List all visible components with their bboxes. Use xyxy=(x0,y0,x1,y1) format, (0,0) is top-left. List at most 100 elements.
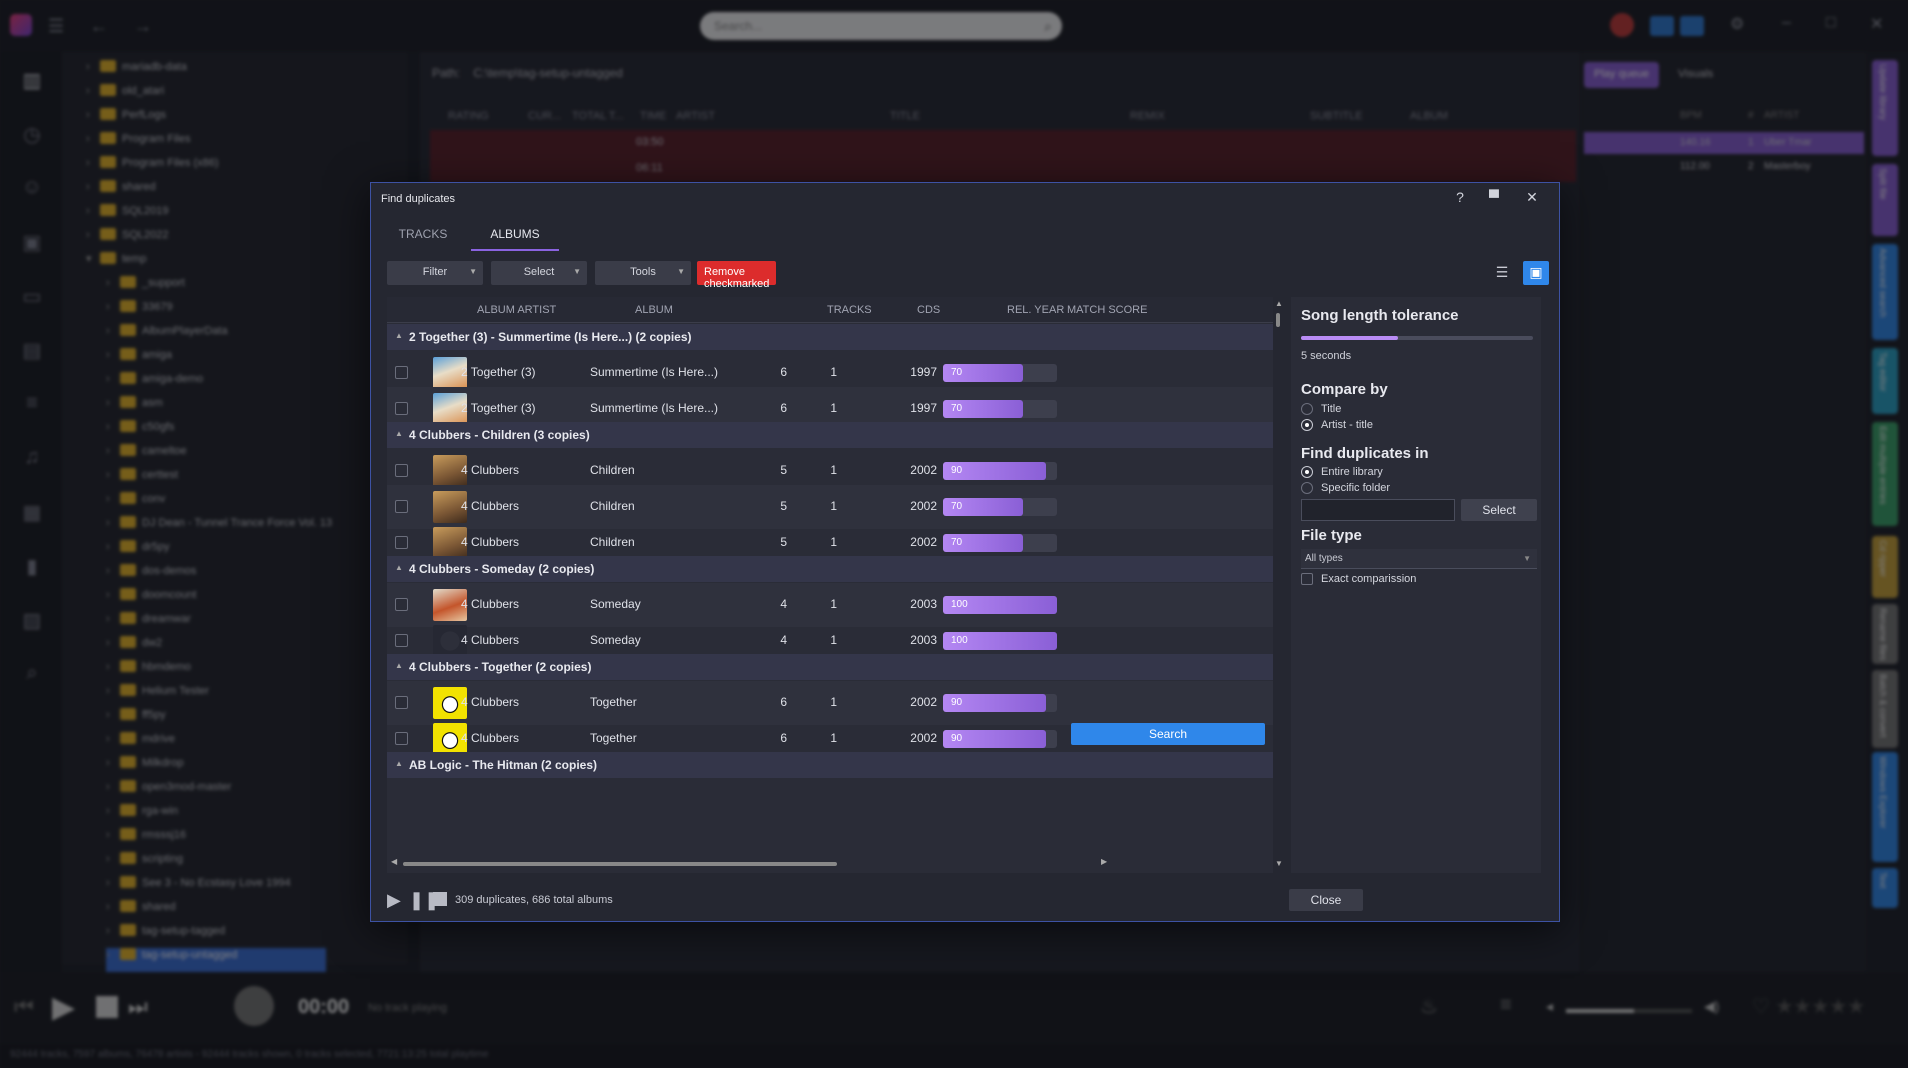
collapse-icon[interactable]: ▲ xyxy=(395,331,403,340)
scroll-down-icon[interactable]: ▼ xyxy=(1275,859,1283,868)
group-header[interactable]: ▲ 4 Clubbers - Together (2 copies) xyxy=(387,654,1273,680)
match-score-label: 70 xyxy=(951,367,963,378)
group-label: AB Logic - The Hitman (2 copies) xyxy=(409,758,598,772)
select-folder-button[interactable]: Select xyxy=(1461,499,1537,521)
match-score-label: 70 xyxy=(951,537,963,548)
album-cell: Children xyxy=(590,499,635,513)
chevron-down-icon: ▼ xyxy=(573,267,581,276)
album-artist-cell: 2 Together (3) xyxy=(461,401,536,415)
row-checkbox[interactable] xyxy=(395,464,408,477)
specific-folder-label: Specific folder xyxy=(1321,482,1391,494)
cds-cell: 1 xyxy=(830,731,837,745)
cds-cell: 1 xyxy=(830,463,837,477)
horizontal-scrollbar[interactable]: ◀ ▶ xyxy=(387,857,1273,871)
match-score-label: 90 xyxy=(951,733,963,744)
cds-cell: 1 xyxy=(830,401,837,415)
tolerance-slider[interactable] xyxy=(1301,336,1533,340)
file-type-value: All types xyxy=(1305,553,1343,564)
select-label: Select xyxy=(523,266,555,278)
compare-title-radio[interactable] xyxy=(1301,403,1313,415)
h-scroll-thumb[interactable] xyxy=(403,862,837,866)
close-button[interactable]: Close xyxy=(1289,889,1363,911)
col-album-artist[interactable]: ALBUM ARTIST xyxy=(477,304,556,316)
play-icon[interactable]: ▶ xyxy=(387,890,401,911)
scroll-left-icon[interactable]: ◀ xyxy=(391,857,397,866)
col-cds[interactable]: CDS xyxy=(917,304,940,316)
collapse-icon[interactable]: ▲ xyxy=(395,563,403,572)
remove-checkmarked-button[interactable]: Remove checkmarked xyxy=(697,261,777,290)
rel-year-cell: 1997 xyxy=(910,365,937,379)
rel-year-cell: 1997 xyxy=(910,401,937,415)
col-tracks[interactable]: TRACKS xyxy=(827,304,872,316)
row-checkbox[interactable] xyxy=(395,732,408,745)
filter-label: Filter xyxy=(422,266,448,278)
row-checkbox[interactable] xyxy=(395,536,408,549)
row-checkbox[interactable] xyxy=(395,366,408,379)
tab-albums[interactable]: ALBUMS xyxy=(471,219,559,251)
search-button[interactable]: Search xyxy=(1071,723,1265,745)
row-checkbox[interactable] xyxy=(395,696,408,709)
album-cell: Children xyxy=(590,463,635,477)
album-cell: Someday xyxy=(590,597,641,611)
maximize-icon[interactable]: ▀ xyxy=(1483,189,1505,211)
duplicates-table: ALBUM ARTIST ALBUM TRACKS CDS REL. YEAR … xyxy=(387,297,1273,873)
col-match-score[interactable]: MATCH SCORE xyxy=(1067,304,1147,316)
vertical-scrollbar[interactable]: ▲ ▼ xyxy=(1273,297,1283,873)
help-icon[interactable]: ? xyxy=(1449,189,1471,211)
specific-folder-radio[interactable] xyxy=(1301,482,1313,494)
match-score-bar: 70 xyxy=(943,498,1057,516)
col-album[interactable]: ALBUM xyxy=(635,304,673,316)
row-checkbox[interactable] xyxy=(395,500,408,513)
collapse-icon[interactable]: ▲ xyxy=(395,661,403,670)
match-score-bar: 90 xyxy=(943,730,1057,748)
match-score-bar: 90 xyxy=(943,462,1057,480)
cds-cell: 1 xyxy=(830,499,837,513)
group-header[interactable]: ▲ 2 Together (3) - Summertime (Is Here...… xyxy=(387,324,1273,350)
select-dropdown[interactable]: Select ▼ xyxy=(491,261,587,285)
exact-comparison-label: Exact comparission xyxy=(1321,573,1417,585)
side-panel-toggle-icon[interactable]: ▣ xyxy=(1523,261,1549,285)
scroll-right-icon[interactable]: ▶ xyxy=(1101,857,1107,866)
entire-library-radio[interactable] xyxy=(1301,466,1313,478)
tools-label: Tools xyxy=(630,266,656,278)
tools-dropdown[interactable]: Tools ▼ xyxy=(595,261,691,285)
folder-path-field[interactable] xyxy=(1301,499,1455,521)
group-header[interactable]: ▲ 4 Clubbers - Someday (2 copies) xyxy=(387,556,1273,582)
scroll-up-icon[interactable]: ▲ xyxy=(1275,299,1283,308)
options-panel: Song length tolerance 5 seconds Compare … xyxy=(1291,297,1541,873)
tab-tracks[interactable]: TRACKS xyxy=(387,219,459,251)
tolerance-slider-fill xyxy=(1301,336,1399,340)
rel-year-cell: 2003 xyxy=(910,633,937,647)
album-artist-cell: 4 Clubbers xyxy=(461,463,520,477)
scroll-thumb[interactable] xyxy=(1276,313,1280,327)
collapse-icon[interactable]: ▲ xyxy=(395,429,403,438)
match-score-label: 90 xyxy=(951,465,963,476)
close-icon[interactable]: ✕ xyxy=(1521,189,1543,211)
row-checkbox[interactable] xyxy=(395,598,408,611)
filter-dropdown[interactable]: Filter ▼ xyxy=(387,261,483,285)
file-type-title: File type xyxy=(1301,527,1362,544)
tolerance-value: 5 seconds xyxy=(1301,350,1352,362)
compare-artist-title-label: Artist - title xyxy=(1321,419,1373,431)
group-header[interactable]: ▲ 4 Clubbers - Children (3 copies) xyxy=(387,422,1273,448)
row-checkbox[interactable] xyxy=(395,402,408,415)
tracks-cell: 4 xyxy=(780,633,787,647)
collapse-icon[interactable]: ▲ xyxy=(395,759,403,768)
duplicates-summary: 309 duplicates, 686 total albums xyxy=(455,894,613,906)
cds-cell: 1 xyxy=(830,695,837,709)
file-type-select[interactable]: All types ▼ xyxy=(1301,549,1537,569)
dialog-footer: ▶ ❚❚ 309 duplicates, 686 total albums Cl… xyxy=(387,887,1547,913)
match-score-label: 100 xyxy=(951,635,968,646)
stop-icon[interactable] xyxy=(433,892,447,906)
row-checkbox[interactable] xyxy=(395,634,408,647)
group-header[interactable]: ▲ AB Logic - The Hitman (2 copies) xyxy=(387,752,1273,778)
match-score-bar: 70 xyxy=(943,364,1057,382)
compare-artist-title-radio[interactable] xyxy=(1301,419,1313,431)
match-score-bar: 70 xyxy=(943,534,1057,552)
tolerance-title: Song length tolerance xyxy=(1301,307,1459,324)
options-sliders-icon[interactable]: ☰ xyxy=(1489,261,1515,285)
col-rel-year[interactable]: REL. YEAR xyxy=(1007,304,1064,316)
album-artist-cell: 4 Clubbers xyxy=(461,731,520,745)
exact-comparison-checkbox[interactable] xyxy=(1301,573,1313,585)
group-label: 4 Clubbers - Someday (2 copies) xyxy=(409,562,595,576)
